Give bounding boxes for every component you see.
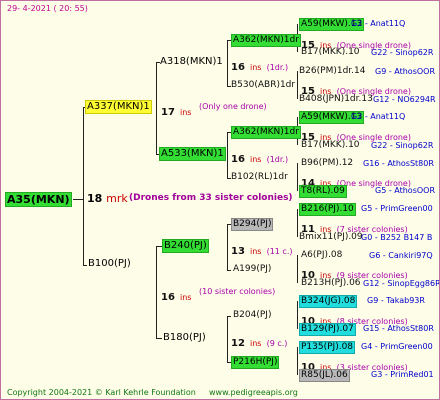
gen4-origin: G5 - AthosOOR [375,186,436,195]
gen2-b180-label[interactable]: B180(PJ) [163,333,206,343]
gen1-bottom-row: 16 ins [161,287,191,303]
connector [156,246,157,338]
gen2-b180-row: 12 ins (9 c.) [231,333,287,349]
connector [156,338,162,339]
gen1-bottom-label[interactable]: B100(PJ) [88,259,131,269]
gen4-label[interactable]: B17(MKK).10 [301,48,360,57]
gen2-b180-ins: ins [250,339,262,348]
website-link[interactable]: www.pedigreeapis.org [209,389,298,397]
gen4-label[interactable]: Bmix11(PJ).09 [299,233,363,242]
connector [227,270,231,271]
gen2-a533-num: 16 [231,154,245,165]
gen2-a533-row: 16 ins (1dr.) [231,149,288,165]
connector [297,255,298,283]
gen1-bottom-num: 16 [161,292,175,303]
connector [227,316,231,317]
gen2-a318-ins: ins [250,63,262,72]
gen2-a318-row: 16 ins (1dr.) [231,57,288,73]
connector [297,71,298,99]
gen1-top-num: 17 [161,107,175,118]
connector [297,301,298,329]
gen4-origin: G3 - PrimRed01 [371,370,434,379]
gen4-label[interactable]: B96(PM).12 [301,159,353,168]
connector [227,132,228,178]
gen2-a318-label[interactable]: A318(MKN)1 [160,57,223,67]
gen2-a318-note: (1dr.) [266,63,289,72]
connector [156,62,157,154]
gen3-p216-label[interactable]: P216H(PJ) [231,356,280,369]
root-ins: mrk [106,192,128,205]
gen4-origin: G15 - AthosSt80R [363,324,434,333]
connector [227,40,228,86]
gen3-a362a-label[interactable]: A362(MKN)1dr [231,34,301,47]
root-generation-row: 18 mrk [87,193,128,204]
copyright: Copyright 2004-2021 © Karl Kehrle Founda… [7,388,196,397]
gen1-top-row: 17 ins [161,102,191,118]
gen4-label[interactable]: T8(RL).09 [299,185,347,198]
gen4-origin: G12 - NO6294R [373,95,436,104]
gen4-origin: G6 - Cankiri97Q [369,251,433,260]
gen2-b240-num: 13 [231,246,245,257]
gen2-a533-note: (1dr.) [266,155,289,164]
gen3-b204-label[interactable]: B204(PJ) [233,311,271,320]
gen4-label[interactable]: B129(PJ).07 [299,323,356,336]
gen4-origin: G2 - Anat11Q [351,19,406,28]
gen1-top-ins: ins [180,108,192,117]
root-num: 18 [87,192,103,205]
gen4-label[interactable]: B17(MKK).10 [301,141,360,150]
gen1-top-note: (Only one drone) [199,102,267,111]
gen2-a533-ins: ins [250,155,262,164]
gen4-origin: G16 - AthosSt80R [363,159,434,168]
connector [297,163,298,191]
gen4-origin: G22 - Sinop62R [371,141,434,150]
gen2-b240-note: (11 c.) [266,247,293,256]
gen2-a533-label[interactable]: A533(MKN)1 [159,147,226,161]
connector [83,265,87,266]
gen4-label[interactable]: B26(PM)1dr.14 [299,67,365,76]
gen4-label[interactable]: R85(JL).06 [299,369,350,382]
gen4-origin: G12 - SinopEgg86R [363,279,440,288]
gen1-bottom-ins: ins [180,293,192,302]
gen2-a318-num: 16 [231,62,245,73]
root-note: (Drones from 33 sister colonies) [129,193,293,203]
gen4-label[interactable]: B216(PJ).10 [299,203,356,216]
connector [73,199,83,200]
gen3-b294-label[interactable]: B294(PJ) [231,218,274,231]
connector [227,224,228,270]
gen4-label[interactable]: P135(PJ).08 [299,341,356,354]
root-queen-label[interactable]: A35(MKN) [5,192,72,207]
gen4-origin: G4 - PrimGreen00 [361,342,433,351]
gen4-label[interactable]: B213H(PJ).06 [301,279,361,288]
gen2-b240-label[interactable]: B240(PJ) [162,239,209,253]
connector [297,209,298,237]
gen2-b240-ins: ins [250,247,262,256]
gen4-origin: G5 - PrimGreen00 [361,204,433,213]
gen4-label[interactable]: A6(PJ).08 [301,251,342,260]
gen3-b530-label[interactable]: B530(ABR)1dr [231,81,295,90]
timestamp: 29- 4-2021 ( 20: 55) [7,4,88,13]
gen2-b180-num: 12 [231,338,245,349]
gen2-b180-note: (9 c.) [266,339,288,348]
gen3-a362b-label[interactable]: A362(MKN)1dr [231,126,301,139]
connector [227,316,228,362]
gen4-origin: G22 - Sinop62R [371,48,434,57]
connector [83,107,84,265]
gen4-label[interactable]: B324(JG).08 [299,295,358,308]
pedigree-chart: 29- 4-2021 ( 20: 55) A35(MKN) 18 mrk (Dr… [0,0,440,400]
gen1-top-label[interactable]: A337(MKN)1 [85,100,152,114]
gen3-b102-label[interactable]: B102(RL)1dr [231,173,288,182]
gen3-a199-label[interactable]: A199(PJ) [233,265,271,274]
gen4-origin: G9 - AthosOOR [375,67,436,76]
gen4-origin: G2 - Anat11Q [351,112,406,121]
connector [297,347,298,375]
gen4-origin: G0 - B252 B147 B [361,233,433,242]
gen2-b240-row: 13 ins (11 c.) [231,241,292,257]
gen4-origin: G9 - Takab93R [367,296,425,305]
gen4-label[interactable]: B408(JPN)1dr.13 [299,95,373,104]
gen1-bottom-note: (10 sister colonies) [199,287,276,296]
